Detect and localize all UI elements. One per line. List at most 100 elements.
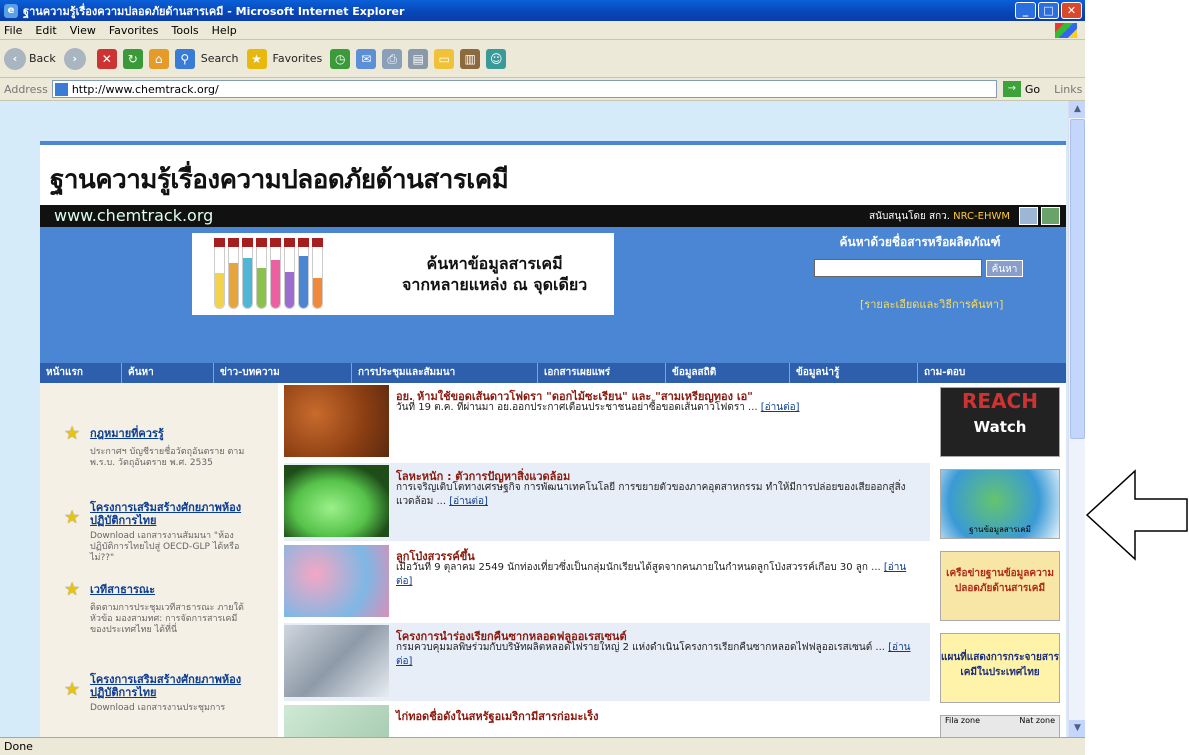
star-icon: ★ <box>64 679 81 700</box>
site-title: ฐานความรู้เรื่องความปลอดภัยด้านสารเคมี <box>50 165 509 195</box>
partner-logo-icon[interactable] <box>1019 207 1038 225</box>
chemical-search-button[interactable]: ค้นหา <box>986 260 1023 277</box>
address-label: Address <box>4 82 48 96</box>
nav-home[interactable]: หน้าแรก <box>40 363 122 383</box>
support-prefix: สนับสนุนโดย สกว. <box>869 211 950 222</box>
menu-edit[interactable]: Edit <box>35 24 56 37</box>
back-label: Back <box>29 52 56 65</box>
search-title: ค้นหาด้วยชื่อสารหรือผลิตภัณฑ์ <box>839 235 1001 249</box>
nav-conferences[interactable]: การประชุมและสัมมนา <box>352 363 538 383</box>
support-text: สนับสนุนโดย สกว. NRC-EHWM <box>869 209 1010 224</box>
page-viewport: ฐานความรู้เรื่องความปลอดภัยด้านสารเคมี w… <box>0 101 1085 737</box>
research-icon[interactable]: ▥ <box>460 48 481 69</box>
menu-help[interactable]: Help <box>212 24 237 37</box>
edit-icon[interactable]: ▤ <box>408 48 429 69</box>
ie-icon: e <box>4 3 18 18</box>
news-desc-text: กรมควบคุมมลพิษร่วมกับบริษัทผลิตหลอดไฟราย… <box>396 642 885 653</box>
scroll-up-icon[interactable]: ▲ <box>1069 101 1085 118</box>
reach-text: REACH <box>962 389 1038 413</box>
nav-search[interactable]: ค้นหา <box>122 363 214 383</box>
news-desc-text: วันที่ 19 ต.ค. ที่ผ่านมา อย.ออกประกาศเตื… <box>396 402 758 413</box>
news-desc: กรมควบคุมมลพิษร่วมกับบริษัทผลิตหลอดไฟราย… <box>396 641 916 669</box>
print-icon[interactable]: ⎙ <box>382 48 403 69</box>
database-map-banner[interactable]: ฐานข้อมูลสารเคมี <box>940 469 1060 539</box>
distribution-map-banner[interactable]: แผนที่แสดงการกระจายสารเคมีในประเทศไทย <box>940 633 1060 703</box>
go-button[interactable]: → Go <box>1002 81 1041 97</box>
news-desc: วันที่ 19 ต.ค. ที่ผ่านมา อย.ออกประกาศเตื… <box>396 401 916 415</box>
news-item: ลูกโป่งสวรรค์ขึ้น เมื่อวันที่ 9 ตุลาคม 2… <box>284 543 930 621</box>
menu-view[interactable]: View <box>70 24 96 37</box>
back-icon: ‹ <box>4 47 26 70</box>
read-more-link[interactable]: [อ่านต่อ] <box>449 496 488 507</box>
news-title[interactable]: ไก่ทอดชื่อดังในสหรัฐอเมริกามีสารก่อมะเร็… <box>396 707 599 725</box>
favorites-button[interactable]: ★ Favorites <box>246 48 322 69</box>
nav-publications[interactable]: เอกสารเผยแพร่ <box>538 363 666 383</box>
menu-bar: File Edit View Favorites Tools Help <box>0 21 1085 40</box>
left-item-link[interactable]: โครงการเสริมสร้างศักยภาพห้องปฏิบัติการไท… <box>90 673 260 699</box>
refresh-icon[interactable]: ↻ <box>122 48 143 69</box>
left-item-link[interactable]: เวทีสาธารณะ <box>90 583 155 596</box>
web-page: ฐานความรู้เรื่องความปลอดภัยด้านสารเคมี w… <box>40 141 1066 737</box>
nav-statistics[interactable]: ข้อมูลสถิติ <box>666 363 790 383</box>
forward-icon: › <box>63 47 86 70</box>
left-item-link[interactable]: โครงการเสริมสร้างศักยภาพห้องปฏิบัติการไท… <box>90 501 260 527</box>
maximize-button[interactable]: □ <box>1038 2 1059 19</box>
scroll-thumb[interactable] <box>1070 119 1085 439</box>
history-icon[interactable]: ◷ <box>330 48 351 69</box>
news-desc: การเจริญเติบโตทางเศรษฐกิจ การพัฒนาเทคโนโ… <box>396 481 916 509</box>
reach-watch-banner[interactable]: REACH Watch <box>940 387 1060 457</box>
star-icon: ★ <box>64 423 81 444</box>
ad-line-2: จากหลายแหล่ง ณ จุดเดียว <box>402 275 588 294</box>
site-header: ฐานความรู้เรื่องความปลอดภัยด้านสารเคมี <box>40 145 1066 205</box>
toolbar: ‹ Back › ✕ ↻ ⌂ ⚲ Search ★ Favorites ◷ ✉ ⎙ ▤… <box>0 40 1085 78</box>
stop-icon[interactable]: ✕ <box>96 48 117 69</box>
close-button[interactable]: ✕ <box>1061 2 1082 19</box>
nav-news[interactable]: ข่าว-บทความ <box>214 363 352 383</box>
status-bar: Done <box>0 737 1085 755</box>
news-thumbnail[interactable] <box>284 545 389 617</box>
address-input[interactable]: http://www.chemtrack.org/ <box>51 80 997 98</box>
star-icon: ★ <box>64 507 81 528</box>
menu-file[interactable]: File <box>4 24 22 37</box>
partner-logo-2-icon[interactable] <box>1041 207 1060 225</box>
go-arrow-icon: → <box>1002 81 1021 97</box>
left-item-link[interactable]: กฎหมายที่ควรรู้ <box>90 427 164 440</box>
news-thumbnail[interactable] <box>284 705 389 737</box>
links-button[interactable]: Links <box>1054 83 1082 96</box>
folder-icon[interactable]: ▭ <box>434 48 455 69</box>
news-desc: เมื่อวันที่ 9 ตุลาคม 2549 นักท่องเที่ยวซ… <box>396 561 916 589</box>
zone-banner[interactable]: Fila zone Nat zone <box>940 715 1060 737</box>
zone-1: Fila zone <box>945 716 980 725</box>
menu-favorites[interactable]: Favorites <box>109 24 159 37</box>
search-button[interactable]: ⚲ Search <box>174 48 239 69</box>
ad-box[interactable]: ค้นหาข้อมูลสารเคมีจากหลายแหล่ง ณ จุดเดีย… <box>192 233 614 315</box>
vertical-scrollbar[interactable]: ▲ ▼ <box>1068 101 1085 737</box>
support-org: NRC-EHWM <box>953 211 1010 222</box>
scroll-down-icon[interactable]: ▼ <box>1069 720 1085 737</box>
news-thumbnail[interactable] <box>284 625 389 697</box>
left-item-desc: Download เอกสารงานประชุมการ <box>90 703 226 713</box>
domain-bar: www.chemtrack.org สนับสนุนโดย สกว. NRC-E… <box>40 205 1066 227</box>
news-thumbnail[interactable] <box>284 385 389 457</box>
messenger-icon[interactable]: ☺ <box>486 48 507 69</box>
map-label: ฐานข้อมูลสารเคมี <box>969 525 1031 534</box>
nav-faq[interactable]: ถาม-ตอบ <box>918 363 1066 383</box>
network-banner[interactable]: เครือข่ายฐานข้อมูลความปลอดภัยด้านสารเคมี <box>940 551 1060 621</box>
search-label: Search <box>200 52 239 65</box>
ad-line-1: ค้นหาข้อมูลสารเคมี <box>426 254 563 273</box>
search-help-link[interactable]: [รายละเอียดและวิธีการค้นหา] <box>860 295 1003 313</box>
mail-icon[interactable]: ✉ <box>356 48 377 69</box>
go-label: Go <box>1024 82 1041 96</box>
back-button[interactable]: ‹ Back <box>4 47 56 70</box>
minimize-button[interactable]: _ <box>1015 2 1036 19</box>
menu-tools[interactable]: Tools <box>172 24 199 37</box>
home-icon[interactable]: ⌂ <box>148 48 169 69</box>
news-thumbnail[interactable] <box>284 465 389 537</box>
right-sidebar: REACH Watch ฐานข้อมูลสารเคมี เครือข่ายฐาน… <box>936 383 1066 737</box>
chemical-search-input[interactable] <box>814 259 982 277</box>
nav-knowledge[interactable]: ข้อมูลน่ารู้ <box>790 363 918 383</box>
forward-button[interactable]: › <box>63 47 89 70</box>
read-more-link[interactable]: [อ่านต่อ] <box>761 402 800 413</box>
ie-window: e ฐานความรู้เรื่องความปลอดภัยด้านสารเคมี… <box>0 0 1085 755</box>
zone-2: Nat zone <box>1019 716 1055 725</box>
